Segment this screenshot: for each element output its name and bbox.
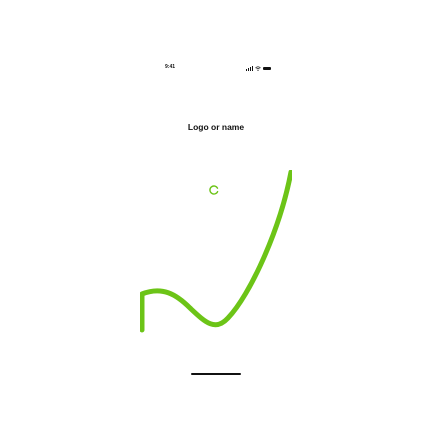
- loading-spinner-icon: [209, 185, 219, 195]
- decorative-curve: [140, 170, 292, 333]
- status-time: 9:41: [165, 64, 176, 70]
- signal-icon: [246, 66, 253, 71]
- status-icons: [246, 65, 271, 71]
- home-indicator[interactable]: [191, 373, 241, 375]
- logo-or-name: Logo or name: [187, 122, 245, 132]
- status-bar: 9:41: [140, 40, 292, 98]
- wifi-icon: [255, 66, 261, 71]
- battery-icon: [263, 67, 271, 70]
- phone-screen: 9:41 Logo or name: [140, 40, 292, 432]
